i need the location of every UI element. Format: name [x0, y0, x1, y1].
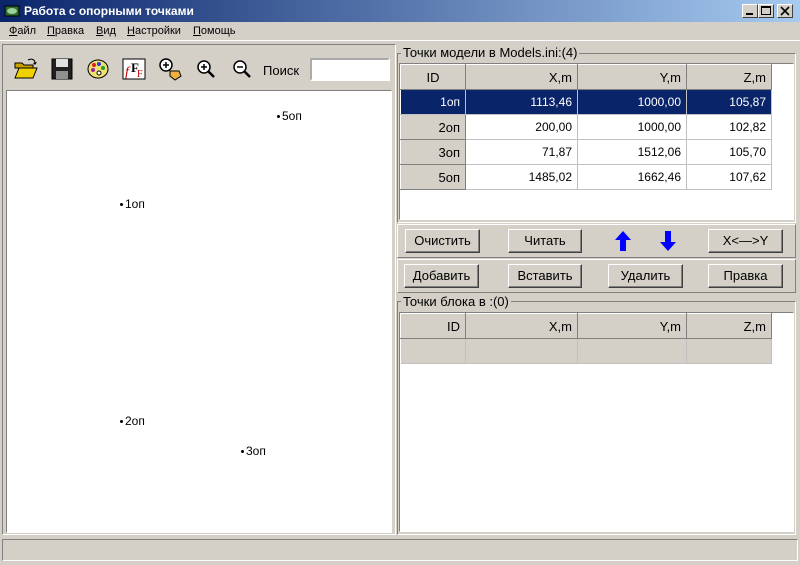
- cell-z[interactable]: 102,82: [686, 114, 772, 140]
- cell-x[interactable]: 200,00: [465, 114, 578, 140]
- maximize-button[interactable]: [758, 4, 774, 18]
- zoom-hand-button[interactable]: [157, 56, 183, 82]
- canvas-point[interactable]: 5оп: [277, 109, 302, 123]
- cell-y[interactable]: 1000,00: [577, 89, 687, 115]
- cell-x[interactable]: [465, 338, 578, 364]
- palette-button[interactable]: [85, 56, 111, 82]
- cell-z[interactable]: 105,70: [686, 139, 772, 165]
- font-button[interactable]: f F F: [121, 56, 147, 82]
- zoom-in-icon: [197, 60, 215, 78]
- point-marker-icon: [241, 450, 244, 454]
- add-button[interactable]: Добавить: [404, 264, 479, 288]
- swap-xy-button[interactable]: X<—>Y: [708, 229, 783, 253]
- palette-icon: [87, 59, 109, 79]
- column-header-z[interactable]: Z,m: [686, 313, 772, 339]
- app-icon: [4, 5, 20, 17]
- block-points-title: Точки блока в :(0): [401, 294, 511, 309]
- save-button[interactable]: [49, 56, 75, 82]
- zoom-hand-icon: [159, 58, 182, 81]
- block-points-table: ID X,m Y,m Z,m: [400, 313, 772, 364]
- zoom-in-button[interactable]: [193, 56, 219, 82]
- menu-view[interactable]: Вид: [96, 25, 116, 37]
- model-points-title: Точки модели в Models.ini:(4): [401, 45, 580, 60]
- point-marker-icon: [120, 420, 123, 424]
- point-marker-icon: [120, 203, 123, 207]
- cell-x[interactable]: 1485,02: [465, 164, 578, 190]
- cell-x[interactable]: 1113,46: [465, 89, 578, 115]
- menu-edit[interactable]: Правка: [47, 25, 84, 37]
- cell-y[interactable]: 1000,00: [577, 114, 687, 140]
- table-header-row: ID X,m Y,m Z,m: [400, 313, 772, 339]
- move-down-button[interactable]: [660, 231, 676, 251]
- menu-settings[interactable]: Настройки: [127, 25, 181, 37]
- svg-text:F: F: [137, 69, 143, 80]
- font-icon: f F F: [122, 58, 146, 80]
- table-row[interactable]: 3оп 71,87 1512,06 105,70: [400, 139, 772, 165]
- maximize-icon: [761, 6, 771, 15]
- toolbar: f F F Поиск: [4, 46, 394, 90]
- canvas-point[interactable]: 2оп: [120, 414, 145, 428]
- canvas-point[interactable]: 3оп: [241, 444, 266, 458]
- cell-y[interactable]: 1662,46: [577, 164, 687, 190]
- title-bar: Работа с опорными точками: [0, 0, 800, 22]
- row-id-cell[interactable]: 1оп: [400, 89, 466, 115]
- row-id-cell[interactable]: 5оп: [400, 164, 466, 190]
- column-header-x[interactable]: X,m: [465, 313, 578, 339]
- search-input[interactable]: [310, 58, 390, 81]
- column-header-id[interactable]: ID: [400, 313, 466, 339]
- column-header-id[interactable]: ID: [400, 64, 466, 90]
- cell-x[interactable]: 71,87: [465, 139, 578, 165]
- close-icon: [780, 6, 790, 16]
- minimize-icon: [746, 13, 753, 15]
- table-row[interactable]: 2оп 200,00 1000,00 102,82: [400, 114, 772, 140]
- floppy-save-icon: [51, 58, 73, 80]
- menu-bar: Файл Правка Вид Настройки Помощь: [0, 22, 800, 41]
- cell-z[interactable]: 105,87: [686, 89, 772, 115]
- row-id-cell[interactable]: 2оп: [400, 114, 466, 140]
- cell-y[interactable]: [577, 338, 687, 364]
- open-button[interactable]: [13, 56, 39, 82]
- cell-z[interactable]: 107,62: [686, 164, 772, 190]
- table-row[interactable]: 1оп 1113,46 1000,00 105,87: [400, 89, 772, 115]
- clear-button[interactable]: Очистить: [405, 229, 480, 253]
- column-header-y[interactable]: Y,m: [577, 64, 687, 90]
- menu-file[interactable]: Файл: [9, 25, 36, 37]
- canvas-point[interactable]: 1оп: [120, 197, 145, 211]
- row-id-cell[interactable]: 3оп: [400, 139, 466, 165]
- read-button[interactable]: Читать: [508, 229, 582, 253]
- zoom-out-button[interactable]: [229, 56, 255, 82]
- cell-z[interactable]: [686, 338, 772, 364]
- close-button[interactable]: [777, 4, 793, 18]
- point-marker-icon: [277, 115, 280, 119]
- folder-open-icon: [14, 58, 38, 79]
- window-title: Работа с опорными точками: [24, 4, 194, 18]
- column-header-y[interactable]: Y,m: [577, 313, 687, 339]
- minimize-button[interactable]: [742, 4, 758, 18]
- menu-help[interactable]: Помощь: [193, 25, 236, 37]
- table-header-row: ID X,m Y,m Z,m: [400, 64, 772, 90]
- table-row[interactable]: 5оп 1485,02 1662,46 107,62: [400, 164, 772, 190]
- model-points-table: ID X,m Y,m Z,m 1оп 1113,46 1000,00 105,8…: [400, 64, 772, 190]
- insert-button[interactable]: Вставить: [508, 264, 582, 288]
- status-bar: [2, 539, 798, 561]
- edit-button[interactable]: Правка: [708, 264, 783, 288]
- move-up-button[interactable]: [615, 231, 631, 251]
- model-points-grid[interactable]: ID X,m Y,m Z,m 1оп 1113,46 1000,00 105,8…: [399, 63, 794, 220]
- delete-button[interactable]: Удалить: [608, 264, 683, 288]
- row-id-cell[interactable]: [400, 338, 466, 364]
- cell-y[interactable]: 1512,06: [577, 139, 687, 165]
- zoom-out-icon: [233, 60, 251, 78]
- block-points-grid[interactable]: ID X,m Y,m Z,m: [399, 312, 794, 532]
- points-canvas[interactable]: 5оп 1оп 2оп 3оп: [6, 90, 392, 533]
- column-header-z[interactable]: Z,m: [686, 64, 772, 90]
- table-row[interactable]: [400, 338, 772, 364]
- column-header-x[interactable]: X,m: [465, 64, 578, 90]
- search-label: Поиск: [263, 63, 300, 78]
